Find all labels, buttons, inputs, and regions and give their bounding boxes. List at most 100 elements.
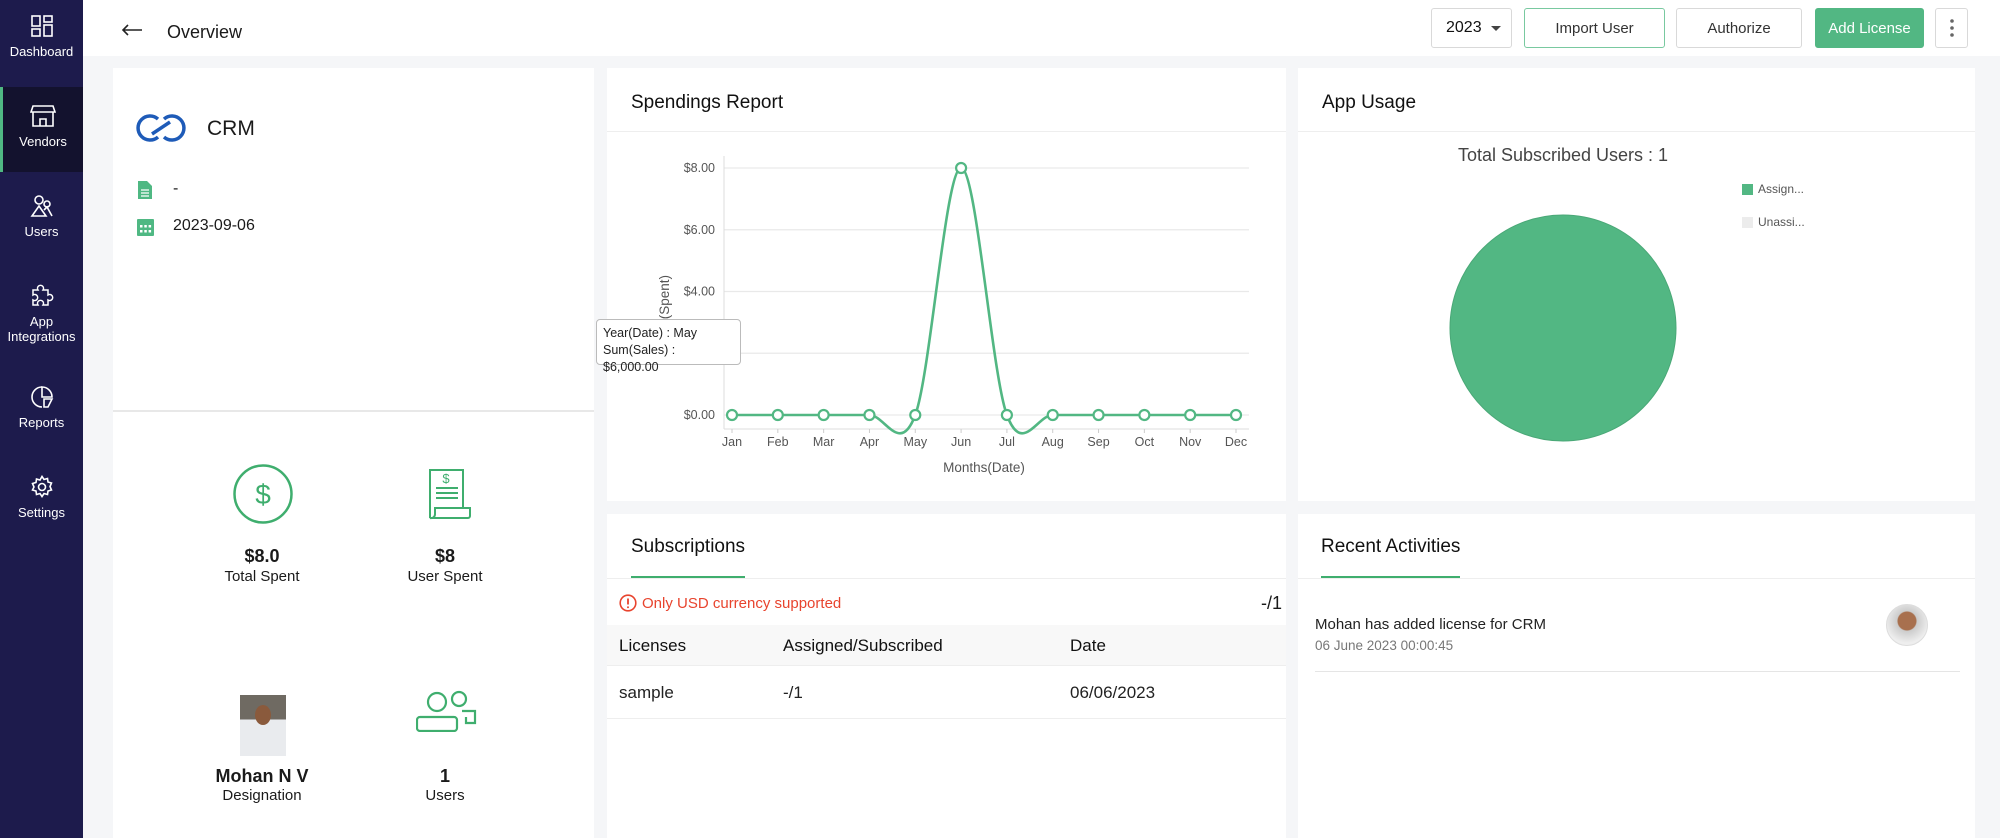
users-icon bbox=[29, 195, 53, 217]
document-icon bbox=[138, 181, 152, 199]
activity-user-avatar bbox=[1886, 604, 1928, 646]
column-header: Date bbox=[1070, 636, 1106, 655]
divider bbox=[1298, 578, 1975, 579]
x-tick-label: May bbox=[903, 435, 927, 449]
column-header: Licenses bbox=[619, 636, 687, 655]
recent-activities-card: Recent Activities Mohan has added licens… bbox=[1298, 514, 1975, 838]
divider bbox=[607, 131, 1286, 132]
divider bbox=[607, 578, 1286, 579]
x-tick-label: Mar bbox=[813, 435, 835, 449]
sidebar-item-reports[interactable]: Reports bbox=[0, 385, 83, 430]
spendings-line-chart: $0.00 $4.00 $6.00 $8.00 Jan Feb Mar Apr May Jun Ju… bbox=[657, 156, 1249, 475]
subscriptions-tab[interactable]: Subscriptions bbox=[631, 536, 745, 558]
legend-label: Unassi... bbox=[1758, 215, 1805, 229]
data-point bbox=[817, 408, 830, 422]
users-count: 1 bbox=[439, 766, 450, 786]
users-group-icon bbox=[416, 690, 477, 732]
divider bbox=[1298, 131, 1975, 132]
sidebar-item-label: Users bbox=[24, 224, 59, 239]
sidebar-item-app-integrations[interactable]: App Integrations bbox=[0, 282, 83, 344]
calendar-icon bbox=[137, 219, 154, 236]
x-tick-label: Dec bbox=[1225, 435, 1247, 449]
y-tick-label: $0.00 bbox=[684, 408, 715, 422]
sidebar-item-vendors[interactable]: Vendors bbox=[0, 87, 83, 172]
data-point bbox=[1184, 408, 1197, 422]
currency-warning: Only USD currency supported bbox=[642, 595, 842, 612]
data-point bbox=[1046, 408, 1059, 422]
svg-text:$: $ bbox=[255, 479, 271, 510]
sidebar-item-dashboard[interactable]: Dashboard bbox=[0, 14, 83, 59]
add-license-button[interactable]: Add License bbox=[1815, 8, 1924, 48]
legend-item-assigned[interactable]: Assign... bbox=[1742, 182, 1804, 196]
data-point bbox=[954, 161, 968, 175]
more-options-button[interactable] bbox=[1935, 8, 1968, 48]
sidebar-item-label: App Integrations bbox=[7, 314, 76, 344]
y-tick-label: $8.00 bbox=[684, 161, 715, 175]
series-line bbox=[731, 166, 1236, 435]
app-usage-title: App Usage bbox=[1322, 92, 1417, 113]
y-tick-label: $6.00 bbox=[684, 223, 715, 237]
back-arrow-icon[interactable] bbox=[121, 24, 143, 36]
owner-avatar bbox=[240, 695, 286, 756]
tooltip-line2: Sum(Sales) : $6,000.00 bbox=[603, 343, 676, 374]
x-tick-label: Nov bbox=[1179, 435, 1202, 449]
x-tick-label: Jan bbox=[722, 435, 742, 449]
table-header: Licenses Assigned/Subscribed Date bbox=[607, 625, 1286, 666]
legend-item-unassigned[interactable]: Unassi... bbox=[1742, 215, 1805, 229]
app-usage-pie-chart bbox=[1449, 214, 1677, 442]
vendor-card: CRM - 2023-09-06 $ $8.0 Total Spent $ $8… bbox=[113, 68, 594, 838]
warning-icon bbox=[619, 594, 637, 612]
column-header: Assigned/Subscribed bbox=[783, 636, 943, 655]
caret-down-icon bbox=[1490, 25, 1501, 31]
sidebar-item-label: Reports bbox=[18, 415, 65, 430]
pie-report-icon bbox=[30, 386, 53, 408]
import-user-button[interactable]: Import User bbox=[1524, 8, 1665, 48]
data-point bbox=[725, 408, 739, 422]
x-tick-label: Feb bbox=[767, 435, 789, 449]
users-label: Users bbox=[425, 787, 465, 804]
dashboard-icon bbox=[30, 15, 53, 37]
gear-icon bbox=[30, 475, 53, 498]
data-point bbox=[1138, 408, 1151, 422]
license-name: sample bbox=[619, 683, 674, 702]
crm-logo bbox=[136, 114, 186, 142]
total-subscribed-users: Total Subscribed Users : 1 bbox=[1457, 145, 1669, 165]
activity-text: Mohan has added license for CRM bbox=[1315, 616, 1546, 633]
x-tick-label: Aug bbox=[1042, 435, 1064, 449]
page-title: Overview bbox=[167, 22, 243, 42]
x-tick-label: Jul bbox=[999, 435, 1015, 449]
x-tick-label: Sep bbox=[1087, 435, 1109, 449]
vendor-name: CRM bbox=[207, 117, 255, 140]
sidebar-item-users[interactable]: Users bbox=[0, 194, 83, 239]
tooltip-line1: Year(Date) : May bbox=[603, 326, 698, 340]
vendor-description: - bbox=[173, 180, 179, 197]
invoice-icon: $ bbox=[429, 469, 471, 520]
divider bbox=[113, 410, 594, 412]
data-point bbox=[1092, 408, 1105, 422]
sidebar-item-label: Settings bbox=[18, 505, 65, 520]
x-tick-label: Apr bbox=[860, 435, 879, 449]
dollar-circle-icon: $ bbox=[233, 464, 293, 524]
activity-item: Mohan has added license for CRM 06 June … bbox=[1315, 604, 1960, 672]
user-spent-value: $8 bbox=[434, 546, 456, 566]
data-point bbox=[909, 408, 922, 422]
sidebar-item-settings[interactable]: Settings bbox=[0, 475, 83, 520]
table-row[interactable]: sample -/1 06/06/2023 bbox=[607, 666, 1286, 719]
sidebar: Dashboard Vendors Users App Integrations… bbox=[0, 0, 83, 838]
svg-text:$: $ bbox=[442, 471, 450, 486]
authorize-button[interactable]: Authorize bbox=[1676, 8, 1802, 48]
subscription-summary: -/1 bbox=[1260, 593, 1282, 613]
activity-time: 06 June 2023 00:00:45 bbox=[1315, 638, 1454, 653]
total-spent-label: Total Spent bbox=[224, 568, 300, 585]
sidebar-item-label: Dashboard bbox=[9, 44, 74, 59]
vendor-date: 2023-09-06 bbox=[173, 217, 255, 234]
recent-activities-tab[interactable]: Recent Activities bbox=[1321, 536, 1460, 558]
app-usage-card: App Usage Total Subscribed Users : 1 Ass… bbox=[1298, 68, 1975, 501]
license-date: 06/06/2023 bbox=[1070, 683, 1156, 702]
data-point bbox=[863, 408, 876, 422]
year-select[interactable]: 2023 bbox=[1431, 8, 1512, 48]
kebab-menu-icon bbox=[1949, 19, 1954, 37]
pie-slice-assigned bbox=[1449, 214, 1677, 442]
owner-name: Mohan N V bbox=[215, 766, 309, 786]
puzzle-icon bbox=[31, 284, 53, 306]
